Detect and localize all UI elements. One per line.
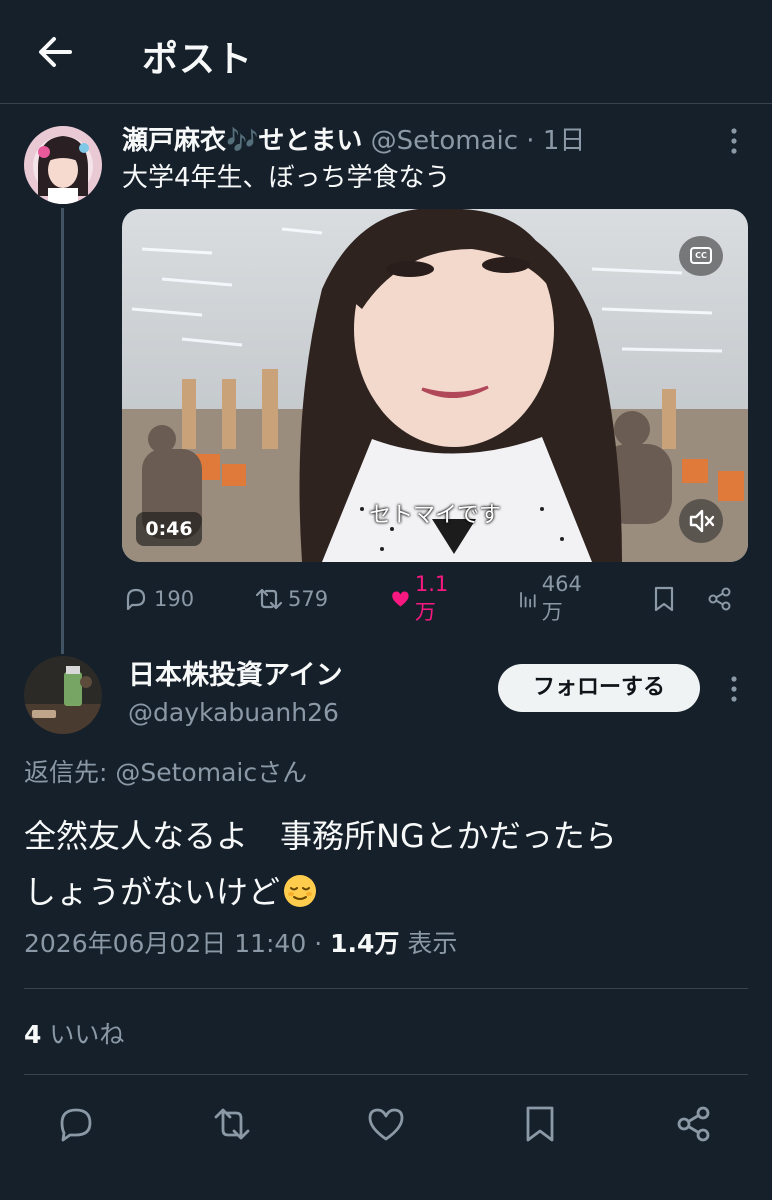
bar-chart-icon: [520, 592, 536, 608]
reply-icon: [126, 588, 146, 611]
heart-icon: [368, 1108, 404, 1141]
tweet-text-line-2: しょうがないけど: [24, 864, 744, 920]
top-bar: ポスト: [0, 0, 772, 104]
like-button[interactable]: [366, 1104, 406, 1144]
share-icon: [677, 1106, 710, 1142]
bookmark-icon: [526, 1106, 554, 1142]
like-count: 1.1万: [414, 572, 449, 624]
tweet-timestamp[interactable]: 2026年06月02日 11:40: [24, 929, 306, 958]
more-vertical-icon: [731, 128, 737, 154]
avatar[interactable]: [24, 126, 102, 204]
tweet-text: 全然友人なるよ 事務所NGとかだったら しょうがないけど: [24, 808, 744, 920]
separator-dot: ·: [526, 126, 535, 156]
separator-dot: ·: [314, 929, 323, 958]
tweet-meta: 2026年06月02日 11:40 · 1.4万 表示: [24, 926, 457, 962]
volume-muted-icon: [689, 509, 715, 533]
likes-label: いいね: [49, 1020, 125, 1049]
parent-tweet-text: 大学4年生、ぼっち学食なう: [122, 163, 451, 193]
repost-button[interactable]: [212, 1104, 252, 1144]
arrow-left-icon: [39, 37, 72, 67]
cc-icon: CC: [690, 247, 712, 264]
page-title: ポスト: [142, 39, 254, 80]
heart-filled-icon: [392, 591, 409, 607]
reply-button[interactable]: 190: [122, 582, 194, 616]
video-duration: 0:46: [136, 512, 202, 546]
repost-count: 579: [288, 587, 329, 611]
bookmark-button[interactable]: [652, 582, 676, 616]
follow-button[interactable]: フォローする: [498, 664, 700, 712]
tweet-view-count: 1.4万: [330, 929, 400, 958]
reply-button[interactable]: [56, 1104, 96, 1144]
video-player[interactable]: CC セトマイです 0:46: [122, 209, 748, 562]
reply-icon: [60, 1108, 92, 1142]
likes-count: 4: [24, 1020, 42, 1049]
share-button[interactable]: [706, 582, 734, 616]
more-options-button[interactable]: [722, 674, 746, 704]
divider: [24, 1074, 748, 1075]
repost-button[interactable]: 579: [254, 582, 328, 616]
author-handle[interactable]: @daykabuanh26: [128, 696, 339, 730]
divider: [24, 988, 748, 989]
parent-tweet-header: 瀬戸麻衣🎶せとまい @Setomaic · 1日: [122, 124, 585, 160]
back-button[interactable]: [30, 30, 80, 74]
avatar[interactable]: [24, 656, 102, 734]
more-vertical-icon: [731, 676, 737, 702]
tweet-text-line-2-text: しょうがないけど: [24, 873, 281, 911]
reply-count: 190: [154, 587, 195, 611]
relieved-face-emoji-icon: [284, 875, 317, 907]
like-button[interactable]: 1.1万: [390, 572, 455, 624]
video-subtitle: セトマイです: [368, 503, 501, 528]
author-display-name[interactable]: 日本株投資アイン: [128, 658, 343, 694]
reply-to-label[interactable]: 返信先: @Setomaicさん: [24, 756, 307, 790]
mute-button[interactable]: [679, 499, 723, 543]
views-button[interactable]: 464万: [518, 572, 588, 624]
repost-icon: [255, 588, 283, 610]
likes-summary[interactable]: 4 いいね: [24, 1018, 124, 1052]
parent-handle[interactable]: @Setomaic: [371, 126, 518, 156]
share-button[interactable]: [674, 1104, 714, 1144]
more-options-button[interactable]: [722, 126, 746, 156]
parent-display-name[interactable]: 瀬戸麻衣🎶せとまい: [122, 126, 362, 156]
captions-button[interactable]: CC: [679, 236, 723, 276]
views-label: 表示: [407, 929, 458, 958]
thread-line: [61, 208, 64, 654]
parent-timestamp[interactable]: 1日: [543, 126, 586, 156]
repost-icon: [214, 1108, 250, 1140]
bookmark-icon: [654, 586, 674, 612]
bookmark-button[interactable]: [520, 1104, 560, 1144]
view-count: 464万: [541, 572, 582, 624]
share-icon: [708, 587, 731, 611]
tweet-text-line-1: 全然友人なるよ 事務所NGとかだったら: [24, 817, 617, 855]
